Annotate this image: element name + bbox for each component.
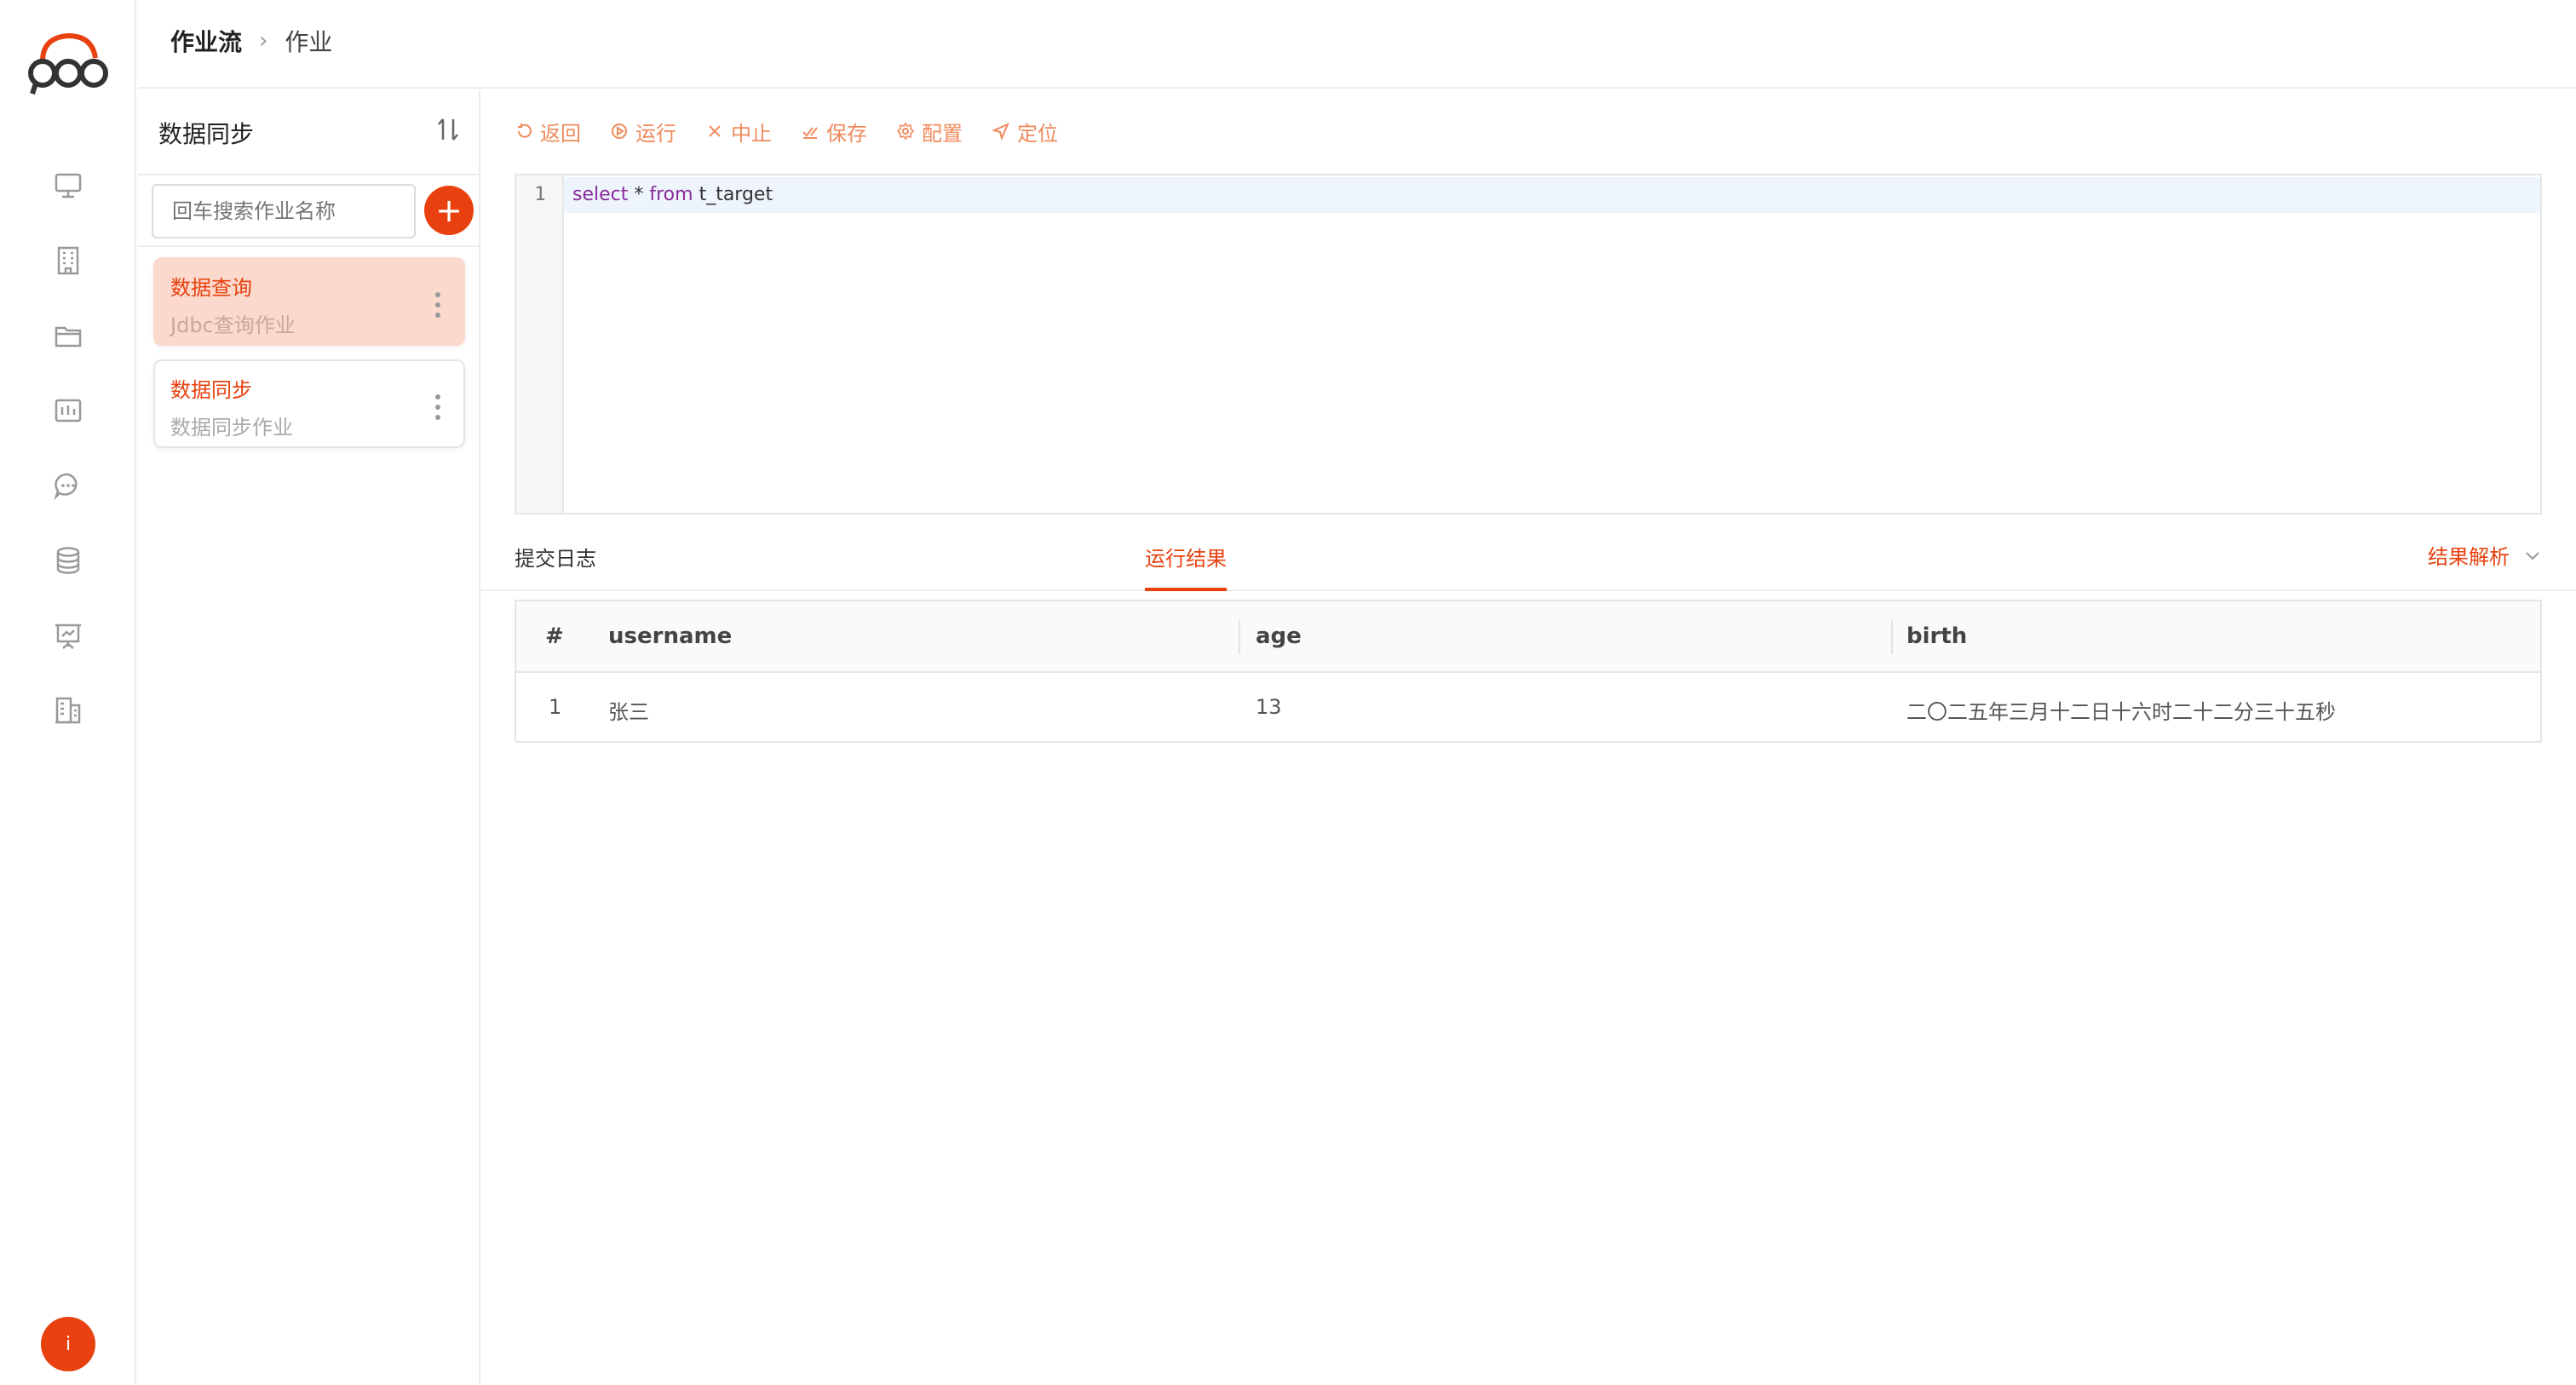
save-label: 保存 bbox=[826, 121, 867, 146]
avatar-label: i bbox=[65, 1333, 72, 1355]
line-number: 1 bbox=[534, 184, 546, 205]
panel-header: 数据同步 bbox=[138, 90, 479, 175]
table-cell: 二〇二五年三月十二日十六时二十二分三十五秒 bbox=[1906, 700, 2336, 724]
top-header: 作业流 › 作业 bbox=[138, 0, 2576, 89]
panel-title: 数据同步 bbox=[158, 120, 255, 148]
locate-icon bbox=[992, 123, 1009, 141]
presentation-icon[interactable] bbox=[51, 618, 85, 652]
table-cell: 1 bbox=[549, 695, 562, 719]
run-label: 运行 bbox=[635, 121, 676, 146]
chevron-down-icon bbox=[2526, 551, 2539, 560]
save-icon bbox=[802, 127, 818, 139]
config-label: 配置 bbox=[922, 121, 963, 146]
chat-icon[interactable] bbox=[51, 468, 85, 503]
save-button[interactable]: 保存 bbox=[801, 117, 867, 147]
add-job-button[interactable]: + bbox=[424, 186, 474, 235]
job-name: 数据同步 bbox=[170, 378, 252, 402]
sql-keyword-from: from bbox=[649, 184, 693, 205]
breadcrumb-parent[interactable]: 作业流 bbox=[170, 24, 242, 58]
monitor-icon[interactable] bbox=[51, 169, 85, 203]
job-card-query[interactable]: 数据查询 Jdbc查询作业 bbox=[153, 257, 465, 346]
column-divider[interactable] bbox=[1239, 620, 1240, 654]
dashboard-icon[interactable] bbox=[51, 394, 85, 428]
more-vertical-icon[interactable] bbox=[433, 290, 443, 320]
column-header: age bbox=[1256, 624, 1302, 649]
analyze-label: 结果解析 bbox=[2428, 545, 2510, 569]
editor-toolbar: 返回 运行 中止 保存 配置 定位 bbox=[515, 116, 1087, 147]
search-input[interactable] bbox=[152, 184, 416, 238]
line-gutter: 1 bbox=[516, 175, 564, 513]
stop-button[interactable]: 中止 bbox=[705, 117, 772, 147]
column-header: birth bbox=[1906, 624, 1968, 649]
config-button[interactable]: 配置 bbox=[896, 117, 963, 147]
logo-icon bbox=[28, 32, 108, 95]
result-tabs: 提交日志 运行结果 结果解析 bbox=[480, 516, 2576, 591]
tab-run-result[interactable]: 运行结果 bbox=[1145, 542, 1227, 572]
active-tab-indicator bbox=[1145, 588, 1227, 591]
panel-divider bbox=[138, 245, 479, 247]
tab-submit-log[interactable]: 提交日志 bbox=[515, 542, 596, 572]
job-list-panel: 数据同步 + 数据查询 Jdbc查询作业 数据同步 数据同步作业 bbox=[138, 90, 480, 1385]
breadcrumb-current: 作业 bbox=[285, 28, 333, 56]
breadcrumb-separator: › bbox=[259, 28, 268, 54]
column-header: username bbox=[608, 624, 733, 649]
back-button[interactable]: 返回 bbox=[515, 117, 581, 147]
code-line[interactable]: select * from t_target bbox=[572, 184, 773, 205]
database-icon[interactable] bbox=[51, 543, 85, 578]
locate-label: 定位 bbox=[1017, 121, 1058, 146]
job-name: 数据查询 bbox=[170, 276, 252, 300]
locate-button[interactable]: 定位 bbox=[992, 117, 1058, 147]
close-icon bbox=[709, 125, 721, 137]
add-label: + bbox=[435, 192, 463, 229]
building-icon[interactable] bbox=[51, 244, 85, 278]
sql-token: * bbox=[628, 184, 650, 205]
sql-keyword-select: select bbox=[572, 184, 629, 205]
run-button[interactable]: 运行 bbox=[610, 117, 676, 147]
back-icon bbox=[518, 124, 532, 138]
table-header: # username age birth bbox=[516, 601, 2540, 673]
avatar[interactable]: i bbox=[41, 1317, 95, 1371]
gear-icon bbox=[896, 122, 915, 141]
column-divider[interactable] bbox=[1891, 620, 1893, 654]
result-table: # username age birth 1 张三 13 二〇二五年三月十二日十… bbox=[515, 600, 2542, 743]
result-analyze-dropdown[interactable]: 结果解析 bbox=[2428, 540, 2542, 570]
more-vertical-icon[interactable] bbox=[433, 392, 443, 422]
sql-table-name: t_target bbox=[693, 184, 773, 205]
run-icon bbox=[612, 124, 627, 139]
column-header: # bbox=[545, 624, 564, 649]
office-icon[interactable] bbox=[51, 693, 85, 727]
job-desc: 数据同步作业 bbox=[170, 416, 293, 440]
sort-icon[interactable] bbox=[433, 114, 463, 145]
folder-icon[interactable] bbox=[51, 319, 85, 353]
breadcrumb: 作业流 › 作业 bbox=[170, 24, 332, 58]
job-desc: Jdbc查询作业 bbox=[170, 313, 296, 337]
job-card-sync[interactable]: 数据同步 数据同步作业 bbox=[153, 359, 465, 448]
active-line-highlight bbox=[564, 177, 2540, 213]
table-cell: 张三 bbox=[608, 700, 649, 724]
back-label: 返回 bbox=[540, 121, 581, 146]
left-nav-rail: i bbox=[0, 0, 136, 1385]
table-cell: 13 bbox=[1256, 695, 1282, 719]
stop-label: 中止 bbox=[731, 121, 772, 146]
code-editor[interactable]: 1 select * from t_target bbox=[515, 174, 2542, 514]
